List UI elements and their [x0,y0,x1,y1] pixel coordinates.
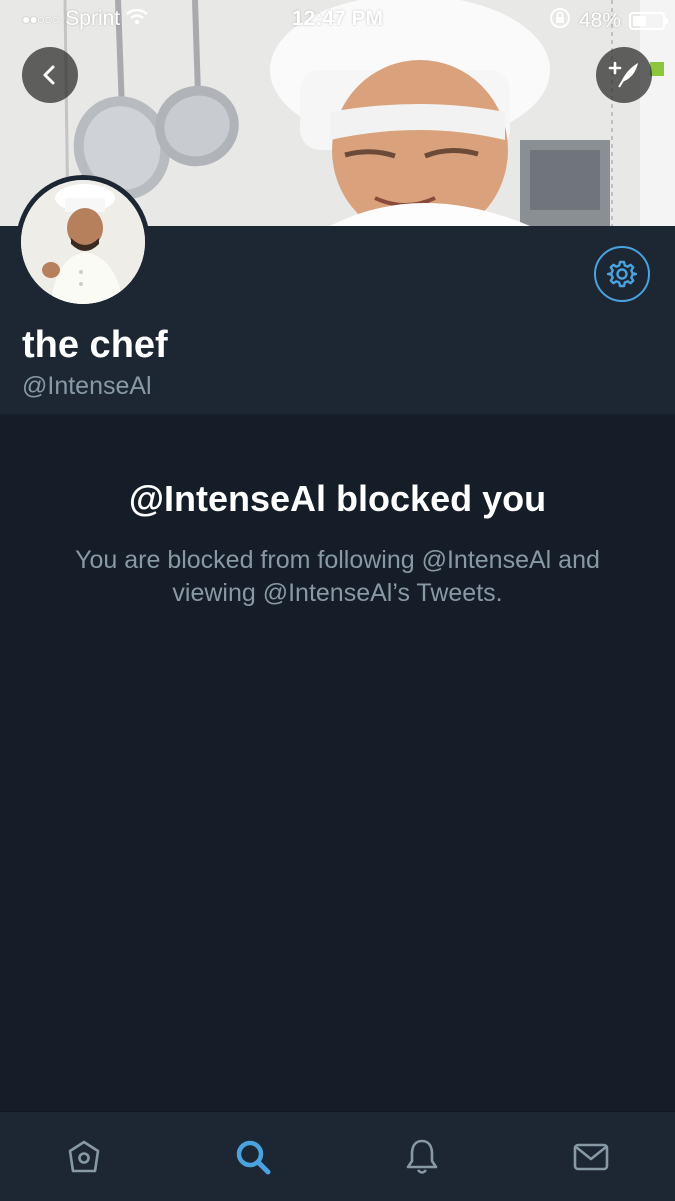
profile-display-name: the chef [22,324,168,366]
search-icon [236,1140,271,1174]
gear-icon [607,260,637,288]
status-bar: ●●○○○ Sprint 12:47 PM 48% [0,0,675,38]
tab-bar [0,1111,675,1201]
compose-tweet-icon [608,61,638,88]
profile-handle: @IntenseAl [22,372,152,400]
avatar[interactable] [16,175,150,309]
tab-messages[interactable] [506,1112,675,1201]
blocked-message: You are blocked from following @IntenseA… [75,546,600,607]
battery-percent: 48% [578,9,621,32]
settings-button[interactable] [594,246,650,302]
mail-icon [573,1143,608,1170]
back-button[interactable] [22,47,78,103]
battery-icon [629,12,668,30]
bell-icon [406,1139,438,1174]
tab-home[interactable] [0,1112,169,1201]
compose-tweet-button[interactable] [596,47,652,103]
blocked-title: @IntenseAl blocked you [128,478,547,519]
tab-notifications[interactable] [338,1112,507,1201]
orientation-lock-icon [549,7,571,35]
tab-search[interactable] [169,1112,338,1201]
chevron-left-icon [43,65,55,85]
home-icon [69,1140,100,1172]
